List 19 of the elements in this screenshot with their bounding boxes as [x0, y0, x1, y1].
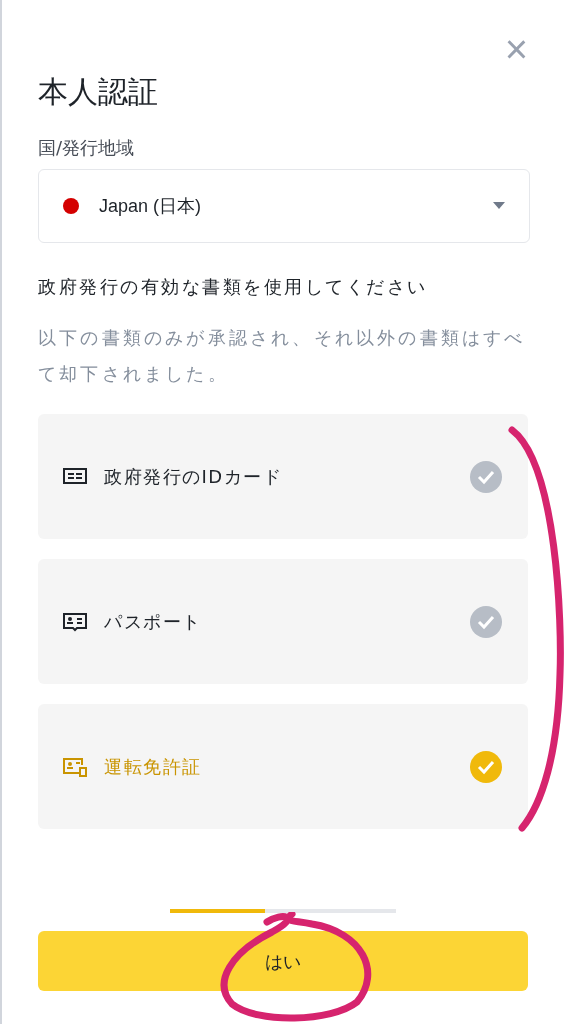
- license-icon: [62, 756, 88, 777]
- document-label: 運転免許証: [104, 755, 203, 779]
- country-select[interactable]: Japan (日本): [38, 169, 530, 243]
- document-label: パスポート: [104, 610, 203, 634]
- document-label: 政府発行のIDカード: [104, 465, 284, 489]
- document-option[interactable]: 政府発行のIDカード: [38, 414, 528, 539]
- check-icon: [470, 460, 502, 493]
- description-text: 以下の書類のみが承認され、それ以外の書類はすべて却下されました。: [38, 326, 527, 386]
- page-title: 本人認証: [38, 73, 158, 111]
- section-heading: 政府発行の有効な書類を使用してください: [38, 275, 428, 299]
- field-label: 国/発行地域: [38, 136, 135, 160]
- dropdown-icon: [493, 202, 505, 210]
- confirm-button[interactable]: はい: [38, 931, 528, 991]
- check-icon: [470, 605, 502, 638]
- country-value: Japan (日本): [99, 194, 203, 218]
- id-card-icon: [62, 466, 88, 487]
- passport-icon: [62, 611, 88, 632]
- document-option[interactable]: パスポート: [38, 559, 528, 684]
- check-icon: [470, 750, 502, 783]
